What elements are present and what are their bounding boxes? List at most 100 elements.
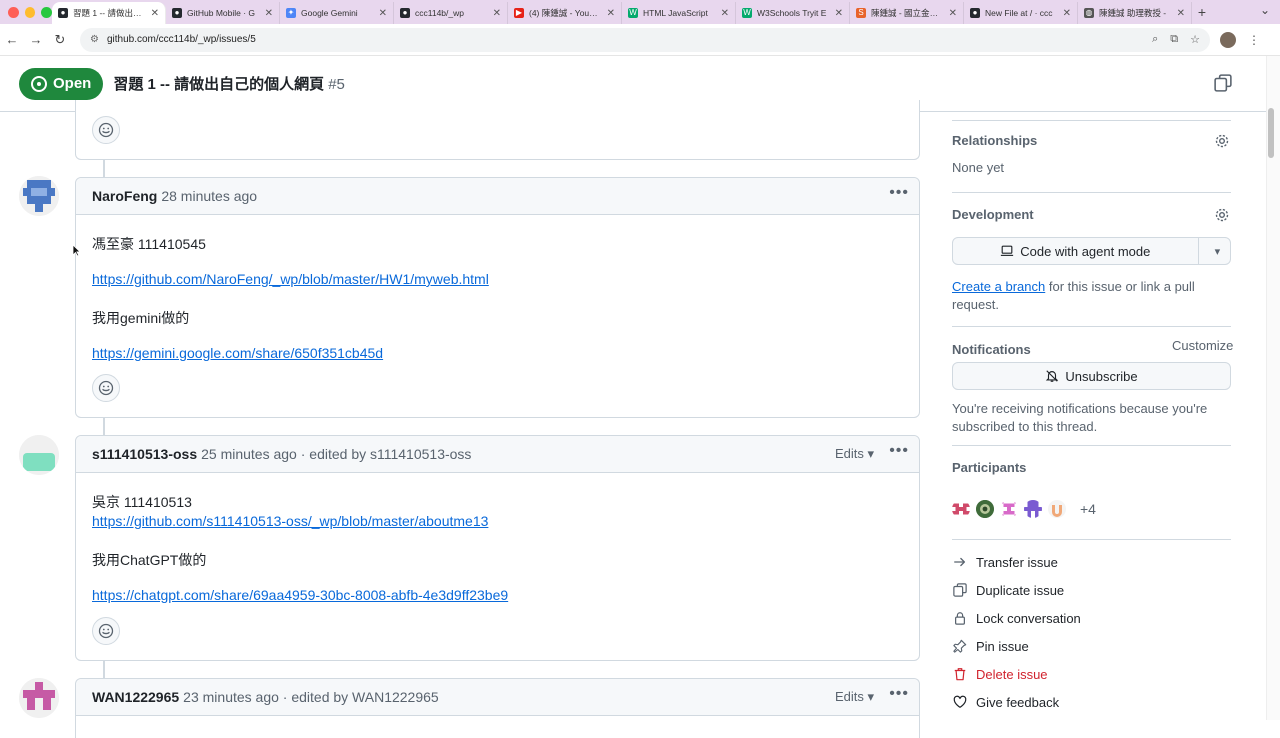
comment-options-button[interactable]: ••• <box>889 685 909 703</box>
close-tab-icon[interactable]: ✕ <box>379 8 387 19</box>
close-tab-icon[interactable]: ✕ <box>151 8 159 19</box>
notifications-reason-line: You're receiving notifications because y… <box>952 401 1208 416</box>
comment-author[interactable]: s111410513-oss <box>92 446 197 462</box>
add-reaction-button[interactable] <box>92 374 120 402</box>
participant-avatar[interactable] <box>952 500 970 518</box>
sidebar-divider <box>952 120 1231 121</box>
gear-icon[interactable] <box>1214 133 1230 149</box>
transfer-issue-action[interactable]: Transfer issue <box>952 554 1058 570</box>
pin-issue-action[interactable]: Pin issue <box>952 638 1029 654</box>
create-branch-description: for this issue or link a pull <box>1048 279 1195 294</box>
close-tab-icon[interactable]: ✕ <box>1063 8 1071 19</box>
forward-button[interactable]: → <box>24 32 48 47</box>
participant-avatar[interactable] <box>1000 500 1018 518</box>
comment-timestamp[interactable]: 28 minutes ago <box>161 188 257 204</box>
close-tab-icon[interactable]: ✕ <box>265 8 273 19</box>
lock-icon <box>955 612 965 625</box>
comment-link[interactable]: https://chatgpt.com/share/69aa4959-30bc-… <box>92 587 508 603</box>
comment-timestamp[interactable]: 25 minutes ago · edited by s111410513-os… <box>201 446 471 462</box>
participant-avatar[interactable] <box>976 500 994 518</box>
close-window-button[interactable] <box>8 6 19 18</box>
browser-tab[interactable]: ● New File at / · ccc ✕ <box>964 2 1078 24</box>
give-feedback-action[interactable]: Give feedback <box>952 694 1059 710</box>
new-tab-button[interactable]: + <box>1192 4 1212 20</box>
more-participants-count[interactable]: +4 <box>1080 501 1096 517</box>
comment-card: NaroFeng 28 minutes ago ••• 馮至豪 11141054… <box>75 177 920 418</box>
close-tab-icon[interactable]: ✕ <box>949 8 957 19</box>
blog-icon: S <box>856 8 866 18</box>
participant-avatar[interactable] <box>1048 500 1066 518</box>
youtube-icon: ▶ <box>514 8 524 18</box>
address-bar[interactable]: ⚙ github.com/ccc114b/_wp/issues/5 ⌕ ⧉ ☆ <box>80 27 1210 52</box>
copy-icon[interactable] <box>1214 74 1232 92</box>
browser-tab[interactable]: ◍ 陳鍾誠 助理教授 - ✕ <box>1078 2 1192 24</box>
avatar[interactable] <box>19 678 59 718</box>
code-with-agent-main[interactable]: Code with agent mode <box>953 238 1199 264</box>
avatar[interactable] <box>19 435 59 475</box>
participant-avatar[interactable] <box>1024 500 1042 518</box>
browser-tab[interactable]: ● GitHub Mobile · G ✕ <box>166 2 280 24</box>
identicon-icon <box>19 435 59 475</box>
browser-tab[interactable]: ● 習題 1 -- 請做出自己 ✕ <box>52 2 166 24</box>
add-reaction-button[interactable] <box>92 617 120 645</box>
minimize-window-button[interactable] <box>24 6 36 18</box>
gear-icon[interactable] <box>1214 207 1230 223</box>
close-tab-icon[interactable]: ✕ <box>493 8 501 19</box>
browser-tab[interactable]: W HTML JavaScript ✕ <box>622 2 736 24</box>
profile-avatar[interactable] <box>1220 31 1236 48</box>
sidebar-divider <box>952 326 1231 327</box>
identicon-icon <box>1048 500 1066 518</box>
avatar[interactable] <box>19 176 59 216</box>
duplicate-issue-action[interactable]: Duplicate issue <box>952 582 1064 598</box>
identicon-icon <box>952 500 970 518</box>
customize-link[interactable]: Customize <box>1172 338 1233 353</box>
browser-tab[interactable]: ● ccc114b/_wp ✕ <box>394 2 508 24</box>
delete-issue-action[interactable]: Delete issue <box>952 666 1048 682</box>
create-branch-link[interactable]: Create a branch <box>952 279 1045 294</box>
close-tab-icon[interactable]: ✕ <box>607 8 615 19</box>
unsubscribe-button[interactable]: Unsubscribe <box>952 362 1231 390</box>
github-icon: ● <box>400 8 410 18</box>
browser-tab[interactable]: ▶ (4) 陳鍾誠 - YouTub ✕ <box>508 2 622 24</box>
comment-options-button[interactable]: ••• <box>889 442 909 460</box>
close-tab-icon[interactable]: ✕ <box>835 8 843 19</box>
lock-conversation-action[interactable]: Lock conversation <box>952 610 1081 626</box>
page-scrollbar-thumb[interactable] <box>1268 108 1274 158</box>
tab-search-chevron-icon[interactable]: ⌄ <box>1260 3 1270 17</box>
action-label: Give feedback <box>976 694 1060 710</box>
add-reaction-button[interactable] <box>92 116 120 144</box>
browser-tab[interactable]: ✦ Google Gemini ✕ <box>280 2 394 24</box>
unsubscribe-label: Unsubscribe <box>1065 368 1138 384</box>
comment-link[interactable]: https://github.com/NaroFeng/_wp/blob/mas… <box>92 271 489 287</box>
bookmark-star-icon[interactable]: ☆ <box>1190 33 1200 46</box>
comment-author[interactable]: NaroFeng <box>92 188 157 204</box>
comment-options-button[interactable]: ••• <box>889 184 909 202</box>
browser-menu-icon[interactable]: ⋮ <box>1248 33 1260 47</box>
issue-open-icon <box>31 75 47 92</box>
close-tab-icon[interactable]: ✕ <box>721 8 729 19</box>
site-info-icon[interactable]: ⚙ <box>90 34 99 45</box>
identicon-icon <box>1000 500 1018 518</box>
comment-link[interactable]: https://github.com/s111410513-oss/_wp/bl… <box>92 513 488 529</box>
edits-dropdown[interactable]: Edits ▾ <box>835 689 874 705</box>
close-tab-icon[interactable]: ✕ <box>1177 8 1185 19</box>
comment-header: WAN1222965 23 minutes ago · edited by WA… <box>76 679 919 716</box>
zoom-icon[interactable]: ⌕ <box>1152 33 1158 46</box>
maximize-window-button[interactable] <box>41 6 53 18</box>
dropdown-caret-icon[interactable]: ▾ <box>1205 245 1230 258</box>
issue-title-text: 習題 1 -- 請做出自己的個人網頁 <box>113 76 325 93</box>
url-text[interactable]: github.com/ccc114b/_wp/issues/5 <box>107 34 1140 45</box>
comment-author[interactable]: WAN1222965 <box>92 689 179 705</box>
tab-label: (4) 陳鍾誠 - YouTub <box>529 8 602 18</box>
browser-tab[interactable]: W W3Schools Tryit E ✕ <box>736 2 850 24</box>
photo-avatar-icon <box>976 500 994 518</box>
reload-button[interactable]: ↻ <box>48 32 72 48</box>
edits-dropdown[interactable]: Edits ▾ <box>835 446 874 462</box>
install-app-icon[interactable]: ⧉ <box>1170 33 1178 46</box>
browser-tab[interactable]: S 陳鍾誠 - 國立金門大 ✕ <box>850 2 964 24</box>
comment-timestamp[interactable]: 23 minutes ago · edited by WAN1222965 <box>183 689 439 705</box>
issue-state-label: Open <box>53 75 92 92</box>
code-with-agent-button[interactable]: Code with agent mode ▾ <box>952 237 1231 265</box>
back-button[interactable]: ← <box>0 32 24 47</box>
comment-link[interactable]: https://gemini.google.com/share/650f351c… <box>92 345 383 361</box>
